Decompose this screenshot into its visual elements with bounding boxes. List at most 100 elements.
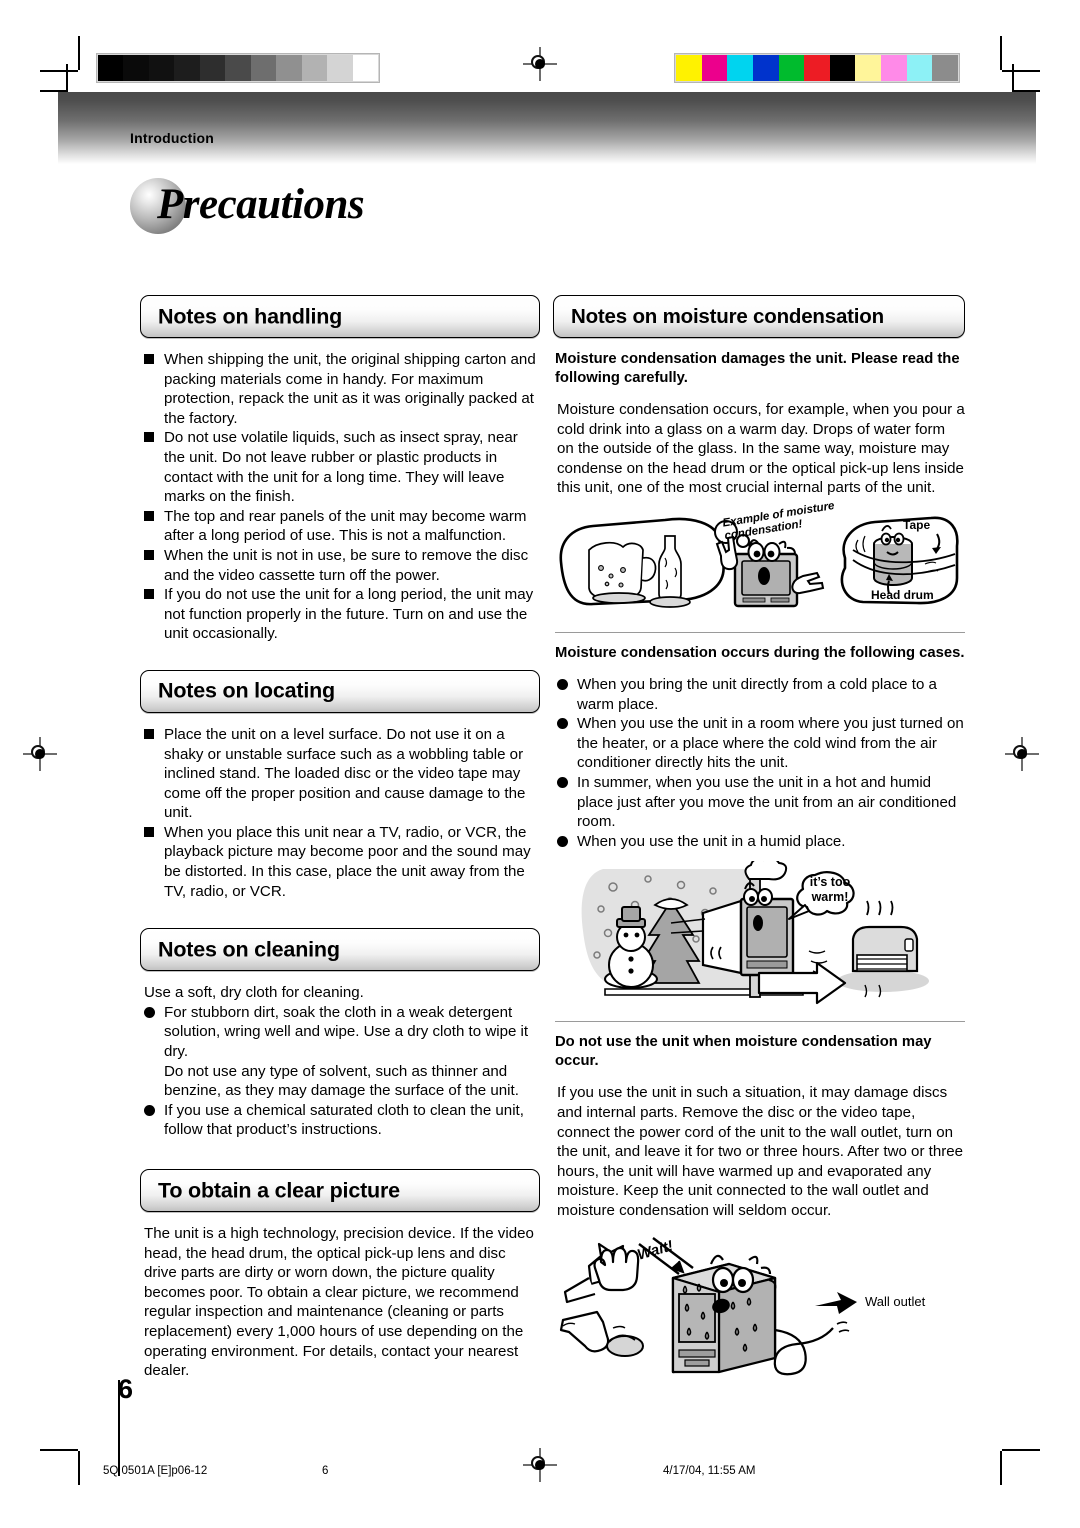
list-item: If you do not use the unit for a long pe… — [144, 585, 540, 644]
list-item: When the unit is not in use, be sure to … — [144, 546, 540, 585]
warning-paragraph: If you use the unit in such a situation,… — [557, 1084, 964, 1219]
list-item-text: For stubborn dirt, soak the cloth in a w… — [164, 1003, 529, 1061]
grayscale-swatch-6 — [250, 55, 277, 81]
list-item-text: When you use the unit in a room where yo… — [577, 715, 964, 772]
figure-wait-wall-outlet: Wait! Wall outlet — [553, 1232, 965, 1382]
figure-label-wall-outlet: Wall outlet — [865, 1294, 926, 1310]
section-header-clear-picture: To obtain a clear picture — [140, 1169, 540, 1212]
grayscale-swatch-4 — [199, 55, 226, 81]
color-swatch-7 — [855, 55, 882, 81]
list-item-text: When the unit is not in use, be sure to … — [164, 546, 529, 584]
moisture-lead-bold: Moisture condensation damages the unit. … — [555, 351, 960, 386]
warning-heading: Do not use the unit when moisture conden… — [555, 1034, 932, 1070]
color-swatch-4 — [778, 55, 805, 81]
color-swatch-8 — [881, 55, 907, 81]
crop-mark-tl-v — [78, 36, 80, 70]
color-swatch-10 — [932, 55, 959, 81]
section-header-label: Notes on cleaning — [158, 937, 340, 962]
square-bullet-icon — [144, 432, 154, 443]
cleaning-intro-text: Use a soft, dry cloth for cleaning. — [144, 984, 364, 1002]
section-header-label: Notes on locating — [158, 678, 335, 703]
footer-file-ref: 5Q 0501A [E]p06-12 — [103, 1465, 208, 1477]
divider-rule-2 — [555, 1021, 965, 1023]
list-item: When shipping the unit, the original shi… — [144, 350, 540, 428]
cases-list: When you bring the unit directly from a … — [553, 675, 965, 851]
square-bullet-icon — [144, 510, 154, 521]
color-swatch-6 — [829, 55, 856, 81]
registration-mark-bottom — [523, 1448, 557, 1482]
square-bullet-icon — [144, 728, 154, 739]
registration-mark-right — [1005, 737, 1039, 771]
color-calibration-bar — [674, 53, 960, 83]
list-item-text: The top and rear panels of the unit may … — [164, 507, 527, 545]
figure-cold-to-warm-svg — [581, 861, 929, 1005]
figure-label-tape: Tape — [903, 517, 931, 532]
registration-mark-top — [523, 47, 557, 81]
square-bullet-icon — [144, 549, 154, 560]
list-item-text: When you place this unit near a TV, radi… — [164, 823, 531, 900]
round-bullet-icon — [557, 835, 568, 847]
cleaning-nested-note: Do not use any type of solvent, such as … — [164, 1062, 519, 1100]
color-swatch-2 — [727, 55, 753, 81]
grayscale-swatch-3 — [174, 55, 200, 81]
divider-rule — [555, 631, 965, 633]
grayscale-swatch-1 — [123, 55, 149, 81]
section-header-notes-on-locating: Notes on locating — [140, 669, 540, 713]
list-item-text: Place the unit on a level surface. Do no… — [164, 725, 526, 822]
square-bullet-icon — [144, 354, 154, 364]
moisture-paragraph-1: Moisture condensation occurs, for exampl… — [557, 401, 965, 497]
header-band: Introduction — [58, 92, 1036, 164]
round-bullet-icon — [557, 678, 568, 690]
clear-picture-paragraph: The unit is a high technology, precision… — [144, 1225, 534, 1380]
section-header-label: Notes on handling — [158, 304, 343, 328]
grayscale-swatch-8 — [301, 55, 328, 81]
list-item: In summer, when you use the unit in a ho… — [557, 773, 965, 832]
list-item-text: Do not use volatile liquids, such as ins… — [164, 429, 518, 506]
handling-list: When shipping the unit, the original shi… — [140, 350, 540, 644]
section-header-notes-on-handling: Notes on handling — [140, 295, 540, 338]
color-swatch-9 — [906, 55, 933, 81]
list-item-text: In summer, when you use the unit in a ho… — [577, 773, 957, 831]
list-item-text: When you bring the unit directly from a … — [577, 675, 937, 713]
list-item: For stubborn dirt, soak the cloth in a w… — [144, 1003, 540, 1062]
list-item: When you use the unit in a room where yo… — [557, 714, 965, 773]
list-item: When you bring the unit directly from a … — [557, 675, 965, 714]
list-item: When you use the unit in a humid place. — [557, 832, 965, 852]
crop-mark-br-v — [1000, 1451, 1002, 1485]
color-swatch-5 — [804, 55, 830, 81]
page-number: 6 — [118, 1374, 134, 1404]
figure-label-head-drum: Head drum — [871, 587, 934, 602]
crop-mark-tr-v — [1000, 36, 1002, 70]
grayscale-swatch-7 — [276, 55, 302, 81]
locating-list: Place the unit on a level surface. Do no… — [140, 725, 540, 901]
grayscale-swatch-0 — [98, 55, 124, 81]
figure-moisture-example: Example of moisture condensation! Tape H… — [553, 500, 965, 621]
list-item: Place the unit on a level surface. Do no… — [144, 725, 540, 823]
crop-mark-br-h — [1002, 1449, 1040, 1451]
grayscale-swatch-2 — [148, 55, 175, 81]
color-swatch-3 — [752, 55, 779, 81]
section-label-introduction: Introduction — [130, 130, 215, 146]
color-swatch-1 — [701, 55, 728, 81]
figure-speech-too-warm: it’s too warm! — [809, 875, 851, 905]
list-item-text: If you use a chemical saturated cloth to… — [164, 1101, 524, 1139]
section-header-label: Notes on moisture condensation — [571, 304, 884, 328]
list-item: If you use a chemical saturated cloth to… — [144, 1101, 540, 1140]
list-item-text: If you do not use the unit for a long pe… — [164, 586, 534, 643]
round-bullet-icon — [557, 776, 568, 788]
crop-mark-tr-h — [1002, 70, 1040, 72]
crop-mark-bl-v — [78, 1451, 80, 1485]
list-item-text: When you use the unit in a humid place. — [577, 832, 846, 850]
crop-mark-tl-h — [40, 70, 78, 72]
footer-timestamp: 4/17/04, 11:55 AM — [663, 1465, 756, 1477]
round-bullet-icon — [144, 1006, 155, 1018]
page-title-text: Precautions — [157, 181, 365, 228]
crop-mark-tl2-v — [66, 64, 68, 94]
list-item: When you place this unit near a TV, radi… — [144, 823, 540, 901]
cases-heading: Moisture condensation occurs during the … — [555, 644, 965, 661]
grayscale-calibration-bar — [96, 53, 380, 83]
grayscale-swatch-9 — [327, 55, 353, 81]
square-bullet-icon — [144, 826, 154, 837]
crop-mark-bl-h — [40, 1449, 78, 1451]
figure-cold-to-warm: it’s too warm! — [553, 861, 965, 1013]
